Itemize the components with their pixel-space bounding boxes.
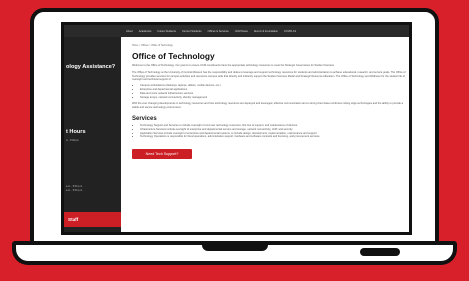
page-title: Office of Technology bbox=[132, 51, 215, 61]
laptop-indicator bbox=[360, 248, 400, 256]
laptop-notch bbox=[202, 245, 268, 251]
nav-about[interactable]: About bbox=[126, 30, 133, 33]
top-nav: About Academics Future Students Current … bbox=[64, 25, 409, 37]
sidebar-staff-link[interactable]: Staff bbox=[64, 212, 121, 227]
main-content: Home > Offices > Office of Technology Of… bbox=[132, 44, 408, 160]
nav-ucm-news[interactable]: UCM News bbox=[235, 30, 248, 33]
sidebar-title: ology Assistance? bbox=[66, 64, 116, 70]
services-heading: Services bbox=[132, 115, 157, 122]
services-list: Technology Support and Services to inclu… bbox=[132, 124, 408, 139]
list-item: Technology Operations is responsible for… bbox=[140, 135, 408, 139]
sidebar-hours-extra: a.m. - 5:00 p.m. a.m. - 5:00 p.m. bbox=[66, 185, 83, 192]
sidebar: ology Assistance? t Hours m - 5:00 pm a.… bbox=[64, 37, 121, 232]
need-tech-support-button[interactable]: Need Tech Support? bbox=[132, 149, 192, 160]
laptop-screen: About Academics Future Students Current … bbox=[61, 22, 412, 235]
list-item: Storage arrays, network connectivity, id… bbox=[140, 96, 408, 100]
intro-paragraph-2: The Office of Technology at the Universi… bbox=[132, 70, 406, 82]
nav-future-students[interactable]: Future Students bbox=[157, 30, 175, 33]
nav-academics[interactable]: Academics bbox=[139, 30, 152, 33]
nav-current-students[interactable]: Current Students bbox=[182, 30, 202, 33]
nav-offices-services[interactable]: Offices & Services bbox=[208, 30, 229, 33]
intro-paragraph-1: Welcome to the Office of Technology. Our… bbox=[132, 64, 335, 67]
intro-paragraph-3: With the ever changing developments in t… bbox=[132, 102, 404, 110]
sidebar-hours-title: t Hours bbox=[66, 129, 86, 135]
support-list: Campus workstations (desktops, laptops, … bbox=[132, 84, 408, 99]
nav-covid[interactable]: COVID-19 bbox=[284, 30, 296, 33]
sidebar-hours: m - 5:00 pm bbox=[66, 139, 79, 142]
nav-alumni[interactable]: Alumni & Foundation bbox=[254, 30, 278, 33]
breadcrumb: Home > Offices > Office of Technology bbox=[132, 44, 173, 47]
